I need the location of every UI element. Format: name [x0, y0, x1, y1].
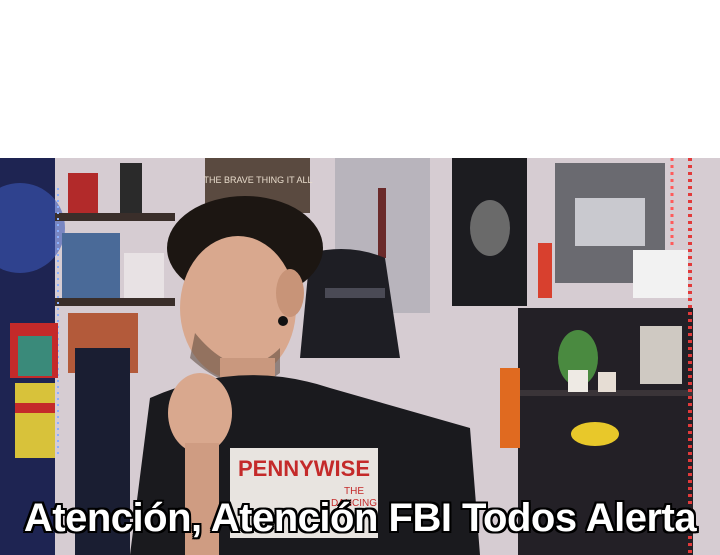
framed-photo-left	[62, 233, 120, 298]
poster-godfather-face	[470, 200, 510, 256]
shelf-left-mid	[55, 298, 175, 306]
mug-1	[568, 370, 588, 392]
figurine-red	[68, 173, 98, 213]
earring	[278, 316, 288, 326]
lava-lamp	[538, 243, 552, 298]
blank-top-area	[0, 0, 720, 158]
white-sign	[633, 250, 688, 298]
framed-photo-small	[124, 253, 164, 298]
meme-caption: Atención, Atención FBI Todos Alerta	[23, 496, 697, 540]
orange-item	[500, 368, 520, 448]
chair-detail	[325, 288, 385, 298]
poster-figure	[378, 188, 386, 258]
framed-portrait	[640, 326, 682, 384]
yellow-cap	[571, 422, 619, 446]
hand	[168, 373, 232, 453]
play-button-plaque	[575, 198, 645, 246]
shirt-print-text: PENNYWISE	[238, 456, 370, 481]
clown-body	[15, 383, 55, 458]
mug-2	[598, 372, 616, 392]
poster-top-text: THE BRAVE THING IT ALL	[203, 175, 312, 185]
shelf-left-top	[55, 213, 175, 221]
clown-stripe	[15, 403, 55, 413]
clown-face	[18, 336, 52, 376]
figurine-dark	[120, 163, 142, 213]
ear	[276, 269, 304, 317]
